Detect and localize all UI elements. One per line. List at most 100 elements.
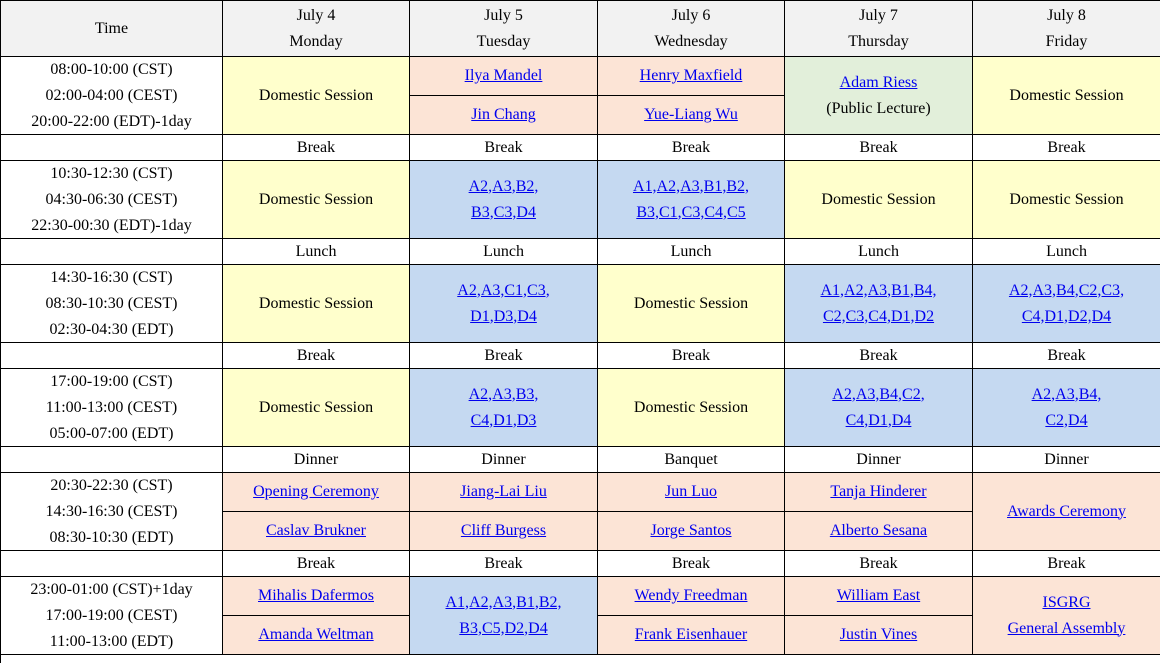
talk-link[interactable]: Opening Ceremony <box>253 479 379 505</box>
parallel-session-link[interactable]: A2,A3,C1,C3, <box>457 278 549 304</box>
domestic-session-cell: Domestic Session <box>598 265 785 343</box>
domestic-session-cell: Domestic Session <box>223 57 410 135</box>
talk-link[interactable]: Wendy Freedman <box>635 583 748 609</box>
parallel-session-link[interactable]: C4,D1,D4 <box>846 408 912 434</box>
talk-link[interactable]: Jiang-Lai Liu <box>460 479 547 505</box>
day-header: July 4 Monday <box>223 1 410 57</box>
parallel-session-cell[interactable]: A2,A3,B4,C2,C3, C4,D1,D2,D4 <box>973 265 1160 343</box>
separator-cell: Break <box>973 135 1160 161</box>
parallel-session-cell[interactable]: A2,A3,B3, C4,D1,D3 <box>410 369 598 447</box>
separator-time-cell <box>1 135 223 161</box>
plenary-talk-cell[interactable]: Yue-Liang Wu <box>598 96 785 135</box>
public-lecture-link[interactable]: Adam Riess <box>840 70 918 96</box>
domestic-session-label: Domestic Session <box>258 398 374 416</box>
event-link[interactable]: General Assembly <box>1008 616 1126 642</box>
parallel-session-cell[interactable]: A2,A3,B4, C2,D4 <box>973 369 1160 447</box>
plenary-talk-cell[interactable]: William East <box>785 577 973 616</box>
plenary-talk-cell[interactable]: Frank Eisenhauer <box>598 616 785 655</box>
talk-link[interactable]: William East <box>837 583 920 609</box>
separator-label: Break <box>859 138 898 156</box>
time-slot-line: 02:30-04:30 (EDT) <box>49 320 174 338</box>
event-link[interactable]: Awards Ceremony <box>1007 499 1126 525</box>
parallel-session-link[interactable]: C4,D1,D2,D4 <box>1022 304 1111 330</box>
talk-link[interactable]: Mihalis Dafermos <box>258 583 374 609</box>
plenary-talk-cell[interactable]: Tanja Hinderer <box>785 473 973 512</box>
time-slot-line: 11:00-13:00 (EDT) <box>49 632 174 650</box>
plenary-talk-cell[interactable]: Cliff Burgess <box>410 512 598 551</box>
parallel-session-link[interactable]: B3,C3,D4 <box>471 200 536 226</box>
separator-label: Break <box>671 138 711 156</box>
parallel-session-cell[interactable]: A1,A2,A3,B1,B4, C2,C3,C4,D1,D2 <box>785 265 973 343</box>
parallel-session-link[interactable]: C2,D4 <box>1045 408 1087 434</box>
talk-link[interactable]: Tanja Hinderer <box>830 479 926 505</box>
parallel-session-link[interactable]: A2,A3,B4, <box>1032 382 1102 408</box>
separator-time-cell <box>1 447 223 473</box>
talk-link[interactable]: Amanda Weltman <box>258 622 373 648</box>
public-lecture-cell[interactable]: Adam Riess (Public Lecture) <box>785 57 973 135</box>
parallel-session-link[interactable]: C2,C3,C4,D1,D2 <box>823 304 934 330</box>
plenary-talk-cell[interactable]: Opening Ceremony <box>223 473 410 512</box>
separator-label: Lunch <box>858 242 899 260</box>
plenary-talk-cell[interactable]: Ilya Mandel <box>410 57 598 96</box>
parallel-session-link[interactable]: A1,A2,A3,B1,B4, <box>820 278 936 304</box>
plenary-talk-cell[interactable]: Caslav Brukner <box>223 512 410 551</box>
separator-cell: Lunch <box>223 239 410 265</box>
talk-link[interactable]: Jorge Santos <box>650 518 731 544</box>
talk-link[interactable]: Jun Luo <box>665 479 717 505</box>
talk-link[interactable]: Alberto Sesana <box>830 518 927 544</box>
parallel-session-link[interactable]: B3,C1,C3,C4,C5 <box>636 200 745 226</box>
parallel-session-link[interactable]: A2,A3,B2, <box>469 174 539 200</box>
talk-link[interactable]: Ilya Mandel <box>465 63 543 89</box>
parallel-session-link[interactable]: A1,A2,A3,B1,B2, <box>445 590 561 616</box>
domestic-session-cell: Domestic Session <box>223 161 410 239</box>
plenary-talk-cell[interactable]: Wendy Freedman <box>598 577 785 616</box>
parallel-session-link[interactable]: A1,A2,A3,B1,B2, <box>633 174 749 200</box>
separator-cell: Break <box>410 135 598 161</box>
parallel-session-link[interactable]: B3,C5,D2,D4 <box>459 616 547 642</box>
plenary-talk-cell[interactable]: Jin Chang <box>410 96 598 135</box>
plenary-talk-cell[interactable]: Jun Luo <box>598 473 785 512</box>
event-link[interactable]: ISGRG <box>1042 590 1090 616</box>
parallel-session-link[interactable]: D1,D3,D4 <box>470 304 537 330</box>
talk-link[interactable]: Henry Maxfield <box>640 63 743 89</box>
separator-cell: Lunch <box>973 239 1160 265</box>
parallel-session-cell[interactable]: A2,A3,B4,C2, C4,D1,D4 <box>785 369 973 447</box>
separator-label: Break <box>296 346 336 364</box>
plenary-talk-cell[interactable]: Jorge Santos <box>598 512 785 551</box>
day-header: July 6 Wednesday <box>598 1 785 57</box>
separator-label: Break <box>484 138 523 156</box>
separator-cell: Break <box>410 343 598 369</box>
parallel-session-link[interactable]: A2,A3,B3, <box>469 382 539 408</box>
time-slot-line: 22:30-00:30 (EDT)-1day <box>31 216 192 234</box>
talk-link[interactable]: Cliff Burgess <box>461 518 546 544</box>
domestic-session-label: Domestic Session <box>1009 86 1124 104</box>
separator-label: Break <box>1047 138 1086 156</box>
plenary-talk-cell[interactable]: Amanda Weltman <box>223 616 410 655</box>
parallel-session-link[interactable]: A2,A3,B4,C2,C3, <box>1009 278 1124 304</box>
talk-link[interactable]: Justin Vines <box>840 622 917 648</box>
plenary-talk-cell[interactable]: Mihalis Dafermos <box>223 577 410 616</box>
separator-label: Break <box>296 554 336 572</box>
talk-link[interactable]: Yue-Liang Wu <box>644 102 738 128</box>
separator-cell: Break <box>973 551 1160 577</box>
parallel-session-link[interactable]: C4,D1,D3 <box>471 408 537 434</box>
plenary-talk-cell[interactable]: Alberto Sesana <box>785 512 973 551</box>
parallel-session-cell[interactable]: A2,A3,C1,C3, D1,D3,D4 <box>410 265 598 343</box>
separator-cell: Lunch <box>785 239 973 265</box>
plenary-talk-cell[interactable]: Justin Vines <box>785 616 973 655</box>
separator-cell: Break <box>785 343 973 369</box>
plenary-event-cell[interactable]: Awards Ceremony <box>973 473 1160 551</box>
separator-label: Lunch <box>483 242 524 260</box>
parallel-session-cell[interactable]: A2,A3,B2, B3,C3,D4 <box>410 161 598 239</box>
separator-cell: Dinner <box>223 447 410 473</box>
talk-link[interactable]: Frank Eisenhauer <box>635 622 747 648</box>
talk-link[interactable]: Caslav Brukner <box>266 518 366 544</box>
talk-link[interactable]: Jin Chang <box>471 102 535 128</box>
plenary-talk-cell[interactable]: Henry Maxfield <box>598 57 785 96</box>
parallel-session-cell[interactable]: A1,A2,A3,B1,B2, B3,C1,C3,C4,C5 <box>598 161 785 239</box>
parallel-session-link[interactable]: A2,A3,B4,C2, <box>832 382 924 408</box>
parallel-session-cell[interactable]: A1,A2,A3,B1,B2, B3,C5,D2,D4 <box>410 577 598 655</box>
plenary-talk-cell[interactable]: Jiang-Lai Liu <box>410 473 598 512</box>
header-time-cell: Time <box>1 1 223 57</box>
plenary-event-cell[interactable]: ISGRG General Assembly <box>973 577 1160 655</box>
